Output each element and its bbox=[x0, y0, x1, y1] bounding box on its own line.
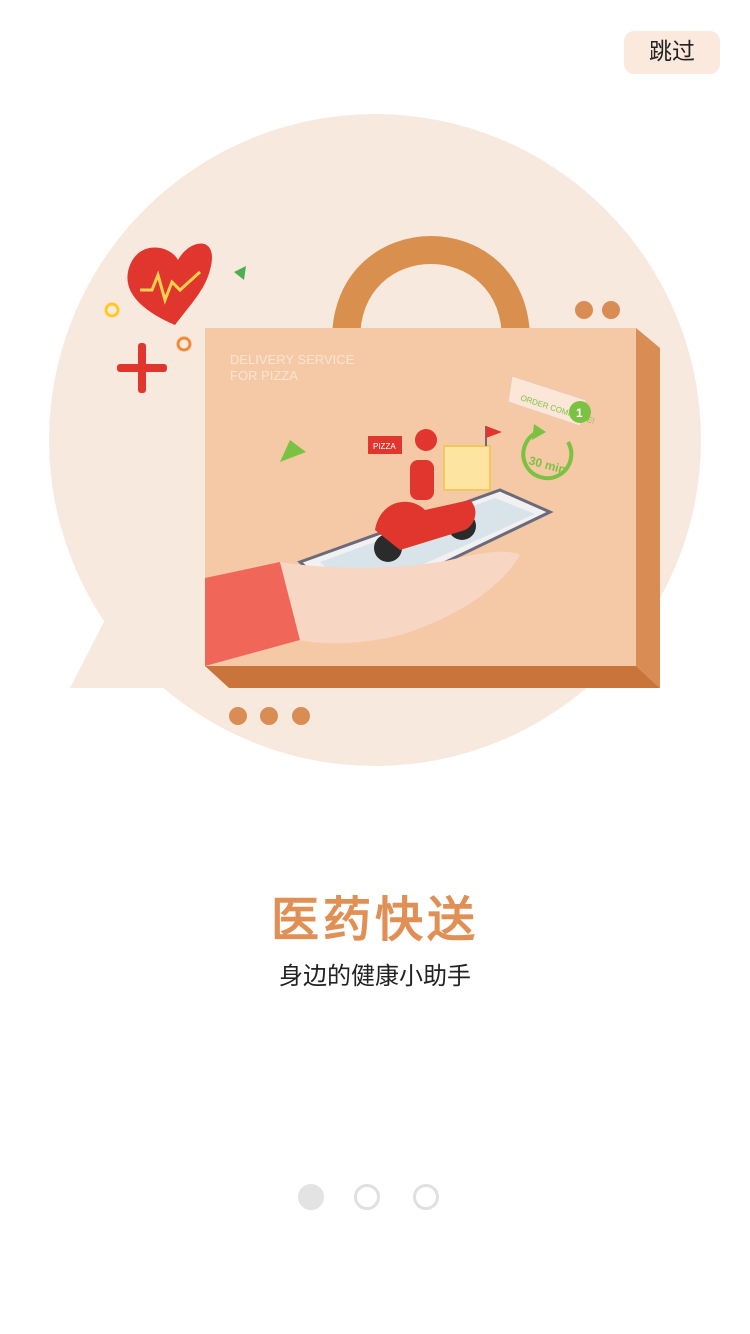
page-dot-1[interactable] bbox=[298, 1184, 324, 1210]
order-number: 1 bbox=[576, 406, 583, 420]
dot-icon bbox=[575, 301, 593, 319]
page-dot-2[interactable] bbox=[354, 1184, 380, 1210]
page-title: 医药快送 bbox=[270, 892, 479, 948]
skip-button[interactable]: 跳过 bbox=[624, 31, 720, 74]
box-text-line2: FOR PIZZA bbox=[230, 368, 298, 383]
page-indicator bbox=[0, 1184, 750, 1216]
dot-icon bbox=[292, 707, 310, 725]
delivery-illustration: DELIVERY SERVICE FOR PIZZA PIZZA ORDER C… bbox=[49, 114, 701, 766]
onboarding-screen: 跳过 DELIVERY SERVICE FOR PIZZA PIZZA ORDE… bbox=[0, 0, 750, 1334]
pizza-box-label: PIZZA bbox=[373, 442, 396, 451]
page-dot-3[interactable] bbox=[413, 1184, 439, 1210]
dot-icon bbox=[229, 707, 247, 725]
page-subtitle: 身边的健康小助手 bbox=[279, 962, 471, 990]
dot-icon bbox=[260, 707, 278, 725]
box-text-line1: DELIVERY SERVICE bbox=[230, 352, 355, 367]
dot-icon bbox=[602, 301, 620, 319]
